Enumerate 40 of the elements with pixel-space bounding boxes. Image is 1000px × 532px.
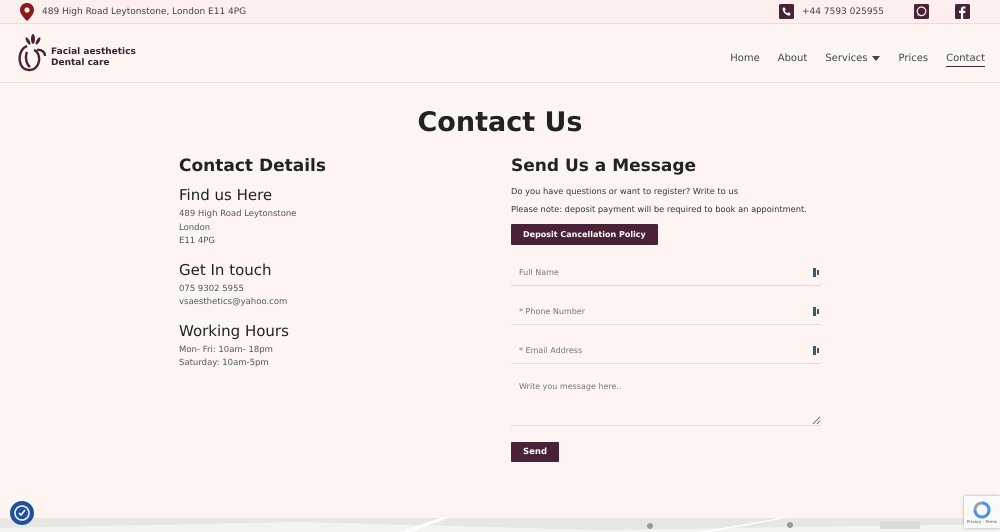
phone-icon[interactable] xyxy=(779,4,794,19)
nav-link[interactable]: Home xyxy=(730,53,760,67)
page-title: Contact Us xyxy=(417,107,583,138)
autofill-icon xyxy=(813,346,819,355)
whatsapp-icon[interactable] xyxy=(914,4,929,19)
send-button[interactable]: Send xyxy=(511,442,560,462)
logo-text: Facial aesthetics xyxy=(51,47,136,58)
facebook-icon[interactable] xyxy=(955,4,970,19)
location-pin-icon xyxy=(20,2,34,20)
contact-line: vsaesthetics@yahoo.com xyxy=(179,296,288,309)
phone-number: +44 7593 025955 xyxy=(802,6,884,16)
recaptcha-icon xyxy=(972,500,992,518)
contact-line: Mon- Fri: 10am- 18pm xyxy=(179,344,273,356)
policy-button[interactable]: Deposit Cancellation Policy xyxy=(511,224,658,245)
section-heading: Working Hours xyxy=(179,322,289,340)
section-title: Send Us a Message xyxy=(511,156,698,176)
contact-line: London xyxy=(179,222,210,234)
section-heading: Get In touch xyxy=(179,260,272,278)
intro-text: Do you have questions or want to register? Write to us xyxy=(511,186,740,196)
autofill-icon xyxy=(813,307,819,316)
accessibility-icon[interactable] xyxy=(10,501,34,525)
input-field[interactable]: * Email Address xyxy=(511,337,821,364)
input-field[interactable]: * Phone Number xyxy=(511,298,821,325)
contact-line: Saturday: 10am-5pm xyxy=(179,357,269,370)
logo-icon[interactable] xyxy=(17,32,49,74)
address-text: 489 High Road Leytonstone, London E11 4PG xyxy=(42,6,246,16)
nav-link[interactable]: About xyxy=(778,53,808,67)
logo-text: Dental care xyxy=(51,58,111,69)
contact-line: 489 High Road Leytonstone xyxy=(179,208,297,221)
nav-link[interactable]: Services xyxy=(825,53,880,67)
section-title: Contact Details xyxy=(179,156,327,176)
nav-link[interactable]: Contact xyxy=(946,53,985,67)
section-heading: Find us Here xyxy=(179,186,272,204)
message-field[interactable]: Write you message here.. xyxy=(511,376,821,426)
contact-line: E11 4PG xyxy=(179,235,216,248)
contact-line: 075 9302 5955 xyxy=(179,282,244,296)
input-field[interactable]: Full Name xyxy=(511,259,821,286)
note-text: Please note: deposit payment will be required to book an appointment. xyxy=(511,204,808,214)
autofill-icon xyxy=(813,268,819,277)
nav-link[interactable]: Prices xyxy=(898,53,928,67)
